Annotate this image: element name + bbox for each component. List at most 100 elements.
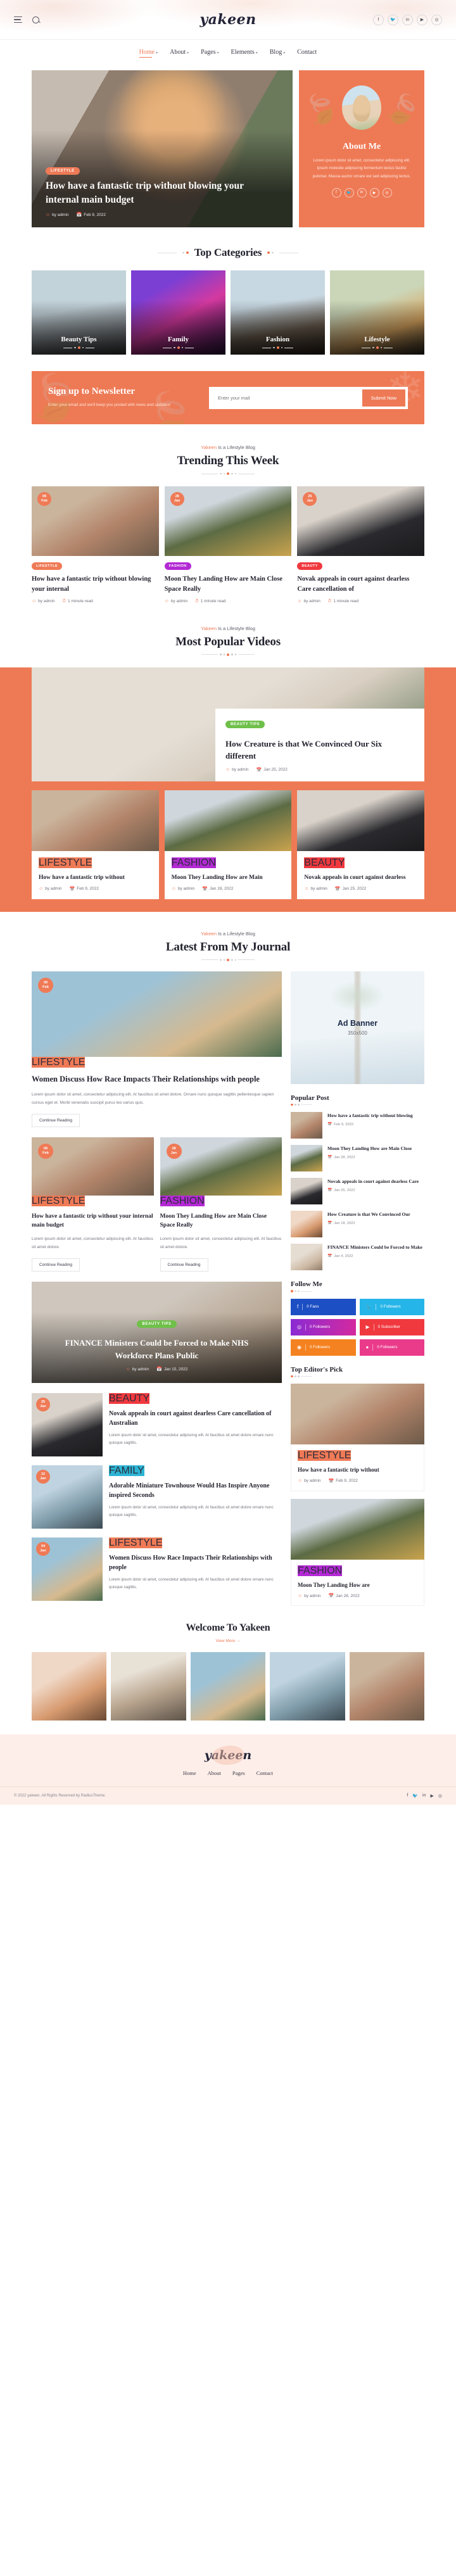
view-more-link[interactable]: View More → [32,1639,424,1643]
nav-item-about[interactable]: About ▾ [170,49,189,58]
post-category-badge[interactable]: FASHION [298,1565,343,1576]
ad-banner[interactable]: Ad Banner 350x500 [291,971,424,1084]
twitter-icon[interactable]: 🐦 [388,14,398,25]
post-title[interactable]: Moon They Landing How are Main Close Spa… [160,1212,282,1230]
nav-item-pages[interactable]: Pages ▾ [201,49,218,58]
post-title[interactable]: How have a fantastic trip without your i… [32,1212,154,1230]
search-icon[interactable] [32,16,39,23]
post-title[interactable]: Novak appeals in court against dearless … [327,1178,419,1185]
post-title[interactable]: Moon They Landing How are Main [172,873,285,882]
linkedin-icon[interactable]: in [357,187,367,198]
trending-card[interactable]: 09 Feb LIFESTYLE How have a fantastic tri… [32,486,159,604]
twitter-icon[interactable]: 🐦 [344,187,354,198]
post-category-badge[interactable]: BEAUTY [304,857,345,868]
post-title[interactable]: FINANCE Ministers Could be Forced to Mak… [327,1244,422,1251]
trending-card[interactable]: 25 Jan BEAUTY Novak appeals in court agai… [297,486,425,604]
post-category-badge[interactable]: FASHION [171,857,216,868]
follow-rss[interactable]: ◉ 0 Followers [291,1339,356,1356]
nav-item-home[interactable]: Home ▾ [139,49,158,58]
post-title[interactable]: How Creature is that We Convinced Our [327,1211,410,1218]
post-category-badge[interactable]: BEAUTY [297,562,322,571]
hero-title[interactable]: How have a fantastic trip without blowin… [46,179,274,207]
instagram-icon[interactable]: ◎ [431,14,442,25]
post-title[interactable]: How have a fantastic trip without blowin… [32,574,159,595]
hero-featured-post[interactable]: LIFESTYLE How have a fantastic trip with… [32,70,293,227]
gallery-item[interactable] [270,1652,345,1721]
post-title[interactable]: Novak appeals in court against dearless … [297,574,424,595]
post-category-badge[interactable]: LIFESTYLE [109,1537,163,1549]
follow-facebook[interactable]: f 0 Fans [291,1298,356,1315]
youtube-icon[interactable]: ▶ [369,187,379,198]
post-title[interactable]: Women Discuss How Race Impacts Their Rel… [32,1073,282,1085]
video-card[interactable]: BEAUTY Novak appeals in court against de… [297,790,425,899]
journal-list-item[interactable]: 25 Jan BEAUTY Novak appeals in court agai… [32,1393,282,1457]
post-category-badge[interactable]: FASHION [160,1195,205,1206]
editors-pick-card[interactable]: LIFESTYLE How have a fantastic trip with… [291,1384,424,1491]
popular-post-item[interactable]: How have a fantastic trip without blowin… [291,1112,424,1139]
nav-item-blog[interactable]: Blog ▾ [270,49,285,58]
journal-feature-post[interactable]: BEAUTY TIPS FINANCE Ministers Could be F… [32,1282,282,1384]
category-card-family[interactable]: Family [131,270,225,355]
journal-post[interactable]: 28 Jan FASHION Moon They Landing How are … [160,1137,282,1272]
post-category-badge[interactable]: LIFESTYLE [32,562,63,571]
video-feature-card[interactable]: BEAUTY TIPS How Creature is that We Conv… [32,667,424,781]
post-category-badge[interactable]: BEAUTY [109,1393,150,1405]
hamburger-icon[interactable] [14,16,22,23]
post-title[interactable]: FINANCE Ministers Could be Forced to Mak… [57,1337,256,1361]
youtube-icon[interactable]: ▶ [431,1793,434,1798]
gallery-item[interactable] [349,1652,425,1721]
post-title[interactable]: Adorable Miniature Townhouse Would Has I… [109,1481,282,1500]
post-title[interactable]: How have a fantastic trip without [39,873,152,882]
popular-post-item[interactable]: Novak appeals in court against dearless … [291,1178,424,1205]
post-title[interactable]: Moon They Landing How are Main Close Spa… [165,574,292,595]
post-category-badge[interactable]: FASHION [164,562,191,571]
journal-lead-post[interactable]: 09 Feb LIFESTYLE Women Discuss How Race I… [32,971,282,1127]
facebook-icon[interactable]: f [407,1793,408,1798]
post-title[interactable]: Women Discuss How Race Impacts Their Rel… [109,1553,282,1572]
twitter-icon[interactable]: 🐦 [412,1793,418,1798]
post-title[interactable]: How have a fantastic trip without [298,1466,417,1475]
journal-list-item[interactable]: 12 Jan FAMILY Adorable Miniature Townhous… [32,1465,282,1529]
post-category-badge[interactable]: LIFESTYLE [32,1056,86,1068]
continue-reading-button[interactable]: Continue Reading [160,1258,208,1272]
post-category-badge[interactable]: BEAUTY TIPS [137,1320,177,1329]
popular-post-item[interactable]: How Creature is that We Convinced Our 📅 Ja… [291,1211,424,1238]
popular-post-item[interactable]: FINANCE Ministers Could be Forced to Mak… [291,1244,424,1271]
instagram-icon[interactable]: ◎ [382,187,392,198]
linkedin-icon[interactable]: in [402,14,413,25]
video-card[interactable]: FASHION Moon They Landing How are Main ☺… [164,790,292,899]
post-category-badge[interactable]: BEAUTY TIPS [225,720,265,728]
facebook-icon[interactable]: f [331,187,341,198]
footer-nav-about[interactable]: About [208,1770,221,1776]
instagram-icon[interactable]: ◎ [438,1793,442,1798]
footer-logo[interactable]: yakeen [0,1748,456,1762]
gallery-item[interactable] [32,1652,107,1721]
follow-dribbble[interactable]: ● 0 Followers [359,1339,424,1356]
newsletter-submit-button[interactable]: Submit Now [362,389,405,407]
post-title[interactable]: Moon They Landing How are [298,1581,417,1590]
facebook-icon[interactable]: f [373,14,384,25]
editors-pick-card[interactable]: FASHION Moon They Landing How are ☺ by ad… [291,1498,424,1607]
footer-nav-pages[interactable]: Pages [232,1770,245,1776]
post-category-badge[interactable]: LIFESTYLE [298,1450,352,1462]
nav-item-elements[interactable]: Elements ▾ [231,49,258,58]
post-title[interactable]: Novak appeals in court against dearless [304,873,417,882]
post-category-badge[interactable]: FAMILY [109,1465,144,1477]
footer-nav-contact[interactable]: Contact [256,1770,273,1776]
newsletter-email-input[interactable] [212,395,362,401]
category-card-beauty-tips[interactable]: Beauty Tips [32,270,126,355]
post-category-badge[interactable]: LIFESTYLE [32,1195,86,1206]
post-category-badge[interactable]: LIFESTYLE [39,857,92,868]
journal-list-item[interactable]: 04 Jan LIFESTYLE Women Discuss How Race I… [32,1537,282,1601]
linkedin-icon[interactable]: in [422,1793,426,1798]
journal-post[interactable]: 09 Feb LIFESTYLE How have a fantastic tri… [32,1137,154,1272]
follow-instagram[interactable]: ◎ 0 Followers [291,1318,356,1335]
follow-youtube[interactable]: ▶ 0 Subscriber [359,1318,424,1335]
category-card-fashion[interactable]: Fashion [231,270,325,355]
trending-card[interactable]: 28 Jan FASHION Moon They Landing How are … [164,486,292,604]
category-card-lifestyle[interactable]: Lifestyle [330,270,424,355]
continue-reading-button[interactable]: Continue Reading [32,1113,80,1127]
follow-twitter[interactable]: 🐦 0 Followers [359,1298,424,1315]
post-title[interactable]: Moon They Landing How are Main Close [327,1145,412,1152]
gallery-item[interactable] [111,1652,186,1721]
